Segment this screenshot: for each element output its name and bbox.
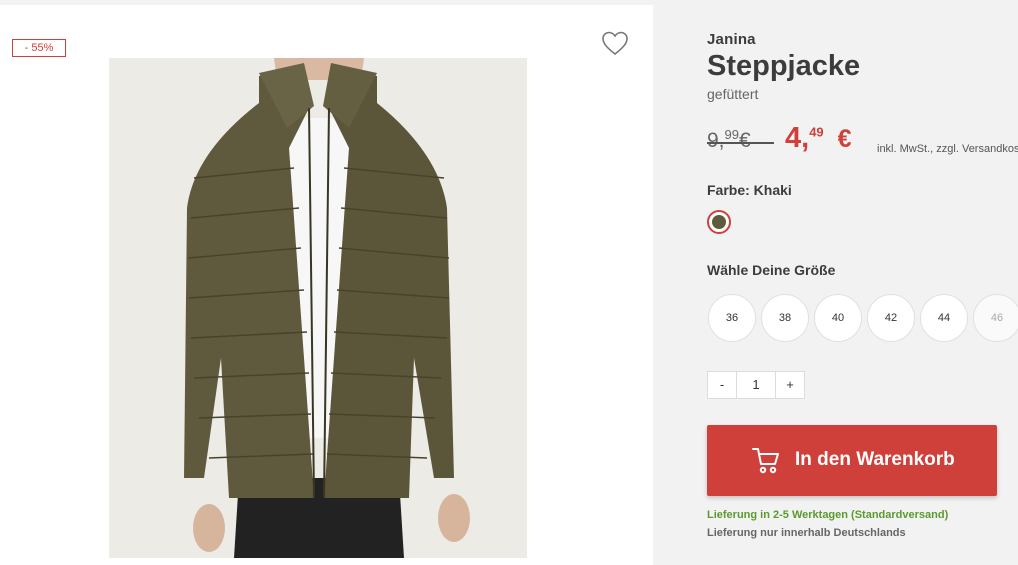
- size-label: Wähle Deine Größe: [707, 262, 836, 278]
- strikethrough-line: [707, 142, 774, 144]
- size-option[interactable]: 36: [708, 294, 756, 342]
- product-gallery: - 55%: [0, 5, 653, 565]
- product-title: Steppjacke: [707, 50, 861, 82]
- heart-icon[interactable]: [600, 29, 630, 57]
- size-option[interactable]: 44: [920, 294, 968, 342]
- product-subtitle: gefüttert: [707, 86, 759, 102]
- sale-price-main: 4,: [785, 122, 810, 154]
- old-price: 9,99€: [707, 127, 774, 153]
- sale-price: 4,49 €: [785, 122, 852, 155]
- color-label: Farbe: Khaki: [707, 182, 792, 198]
- swatch-fill: [712, 215, 726, 229]
- old-price-cents: 99: [724, 127, 739, 142]
- sale-price-currency: €: [837, 125, 852, 153]
- size-option[interactable]: 40: [814, 294, 862, 342]
- cart-icon: [751, 445, 781, 480]
- size-option-unavailable[interactable]: 46: [973, 294, 1018, 342]
- old-price-main: 9,: [707, 129, 725, 152]
- size-option[interactable]: 42: [867, 294, 915, 342]
- delivery-time: Lieferung in 2-5 Werktagen (Standardvers…: [707, 509, 949, 521]
- delivery-region: Lieferung nur innerhalb Deutschlands: [707, 527, 906, 539]
- discount-badge: - 55%: [12, 39, 66, 57]
- product-brand[interactable]: Janina: [707, 31, 756, 48]
- quantity-increase-button[interactable]: +: [775, 371, 805, 399]
- color-swatch-khaki[interactable]: [707, 210, 731, 234]
- add-to-cart-button[interactable]: In den Warenkorb: [707, 425, 997, 496]
- product-details: Janina Steppjacke gefüttert 9,99€ 4,49 € …: [707, 0, 1018, 555]
- size-option[interactable]: 38: [761, 294, 809, 342]
- quantity-stepper: - 1 +: [707, 371, 805, 399]
- sale-price-cents: 49: [809, 124, 824, 140]
- old-price-currency: €: [738, 129, 751, 152]
- product-image[interactable]: [109, 58, 527, 558]
- quantity-input[interactable]: 1: [737, 371, 775, 399]
- tax-note[interactable]: inkl. MwSt., zzgl. Versandkosten: [877, 143, 1018, 155]
- add-to-cart-label: In den Warenkorb: [795, 449, 955, 470]
- quantity-decrease-button[interactable]: -: [707, 371, 737, 399]
